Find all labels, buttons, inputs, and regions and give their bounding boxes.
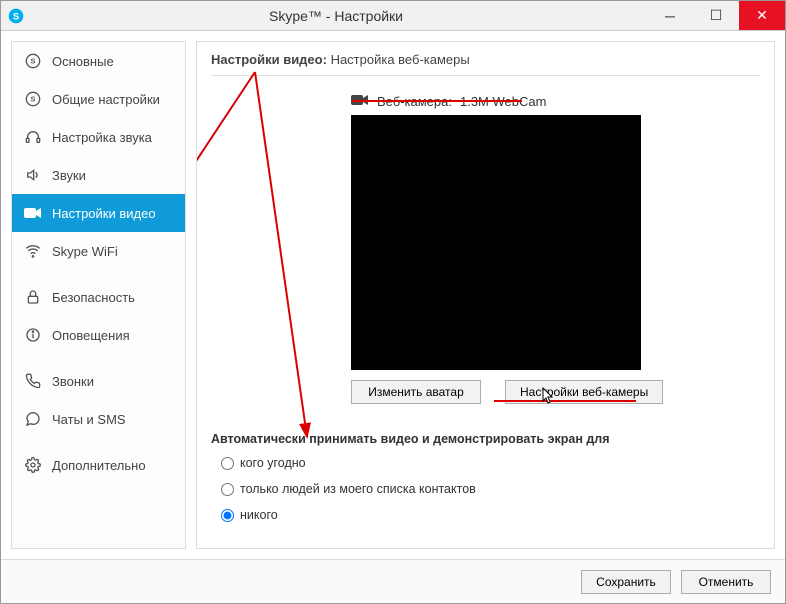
radio-nobody[interactable]: никого — [221, 508, 760, 522]
main-header: Настройки видео: Настройка веб-камеры — [211, 48, 760, 76]
sidebar-item-label: Skype WiFi — [52, 244, 118, 259]
cancel-button[interactable]: Отменить — [681, 570, 771, 594]
change-avatar-button[interactable]: Изменить аватар — [351, 380, 481, 404]
save-button[interactable]: Сохранить — [581, 570, 671, 594]
wifi-icon — [24, 242, 42, 260]
radio-label: никого — [240, 508, 278, 522]
auto-accept-radio-group: кого угодно только людей из моего списка … — [221, 456, 760, 522]
sidebar-item-1[interactable]: S Общие настройки — [12, 80, 185, 118]
webcam-preview — [351, 115, 641, 370]
sidebar-item-label: Настройка звука — [52, 130, 152, 145]
headset-icon — [24, 128, 42, 146]
sidebar-item-label: Основные — [52, 54, 114, 69]
chat-icon — [24, 410, 42, 428]
svg-text:S: S — [31, 95, 36, 104]
sidebar-item-6[interactable]: Безопасность — [12, 278, 185, 316]
sidebar-item-0[interactable]: S Основные — [12, 42, 185, 80]
sidebar-item-8[interactable]: Звонки — [12, 362, 185, 400]
radio-label: кого угодно — [240, 456, 306, 470]
speaker-icon — [24, 166, 42, 184]
sidebar-item-label: Звонки — [52, 374, 94, 389]
radio-input-anyone[interactable] — [221, 457, 234, 470]
svg-text:S: S — [13, 11, 19, 21]
main-header-bold: Настройки видео: — [211, 52, 327, 67]
skype-icon: S — [24, 52, 42, 70]
sidebar-item-label: Чаты и SMS — [52, 412, 126, 427]
sidebar-item-label: Безопасность — [52, 290, 135, 305]
radio-label: только людей из моего списка контактов — [240, 482, 476, 496]
settings-sidebar: S Основные S Общие настройки Настройка звука… — [11, 41, 186, 549]
maximize-button[interactable]: ☐ — [693, 1, 739, 30]
sidebar-item-4[interactable]: Настройки видео — [12, 194, 185, 232]
minimize-button[interactable]: ─ — [647, 1, 693, 30]
sidebar-item-3[interactable]: Звуки — [12, 156, 185, 194]
annotation-underline — [494, 400, 636, 402]
auto-accept-label: Автоматически принимать видео и демонстр… — [211, 432, 760, 446]
radio-input-contacts[interactable] — [221, 483, 234, 496]
sidebar-item-9[interactable]: Чаты и SMS — [12, 400, 185, 438]
info-icon — [24, 326, 42, 344]
mouse-cursor-icon — [542, 387, 556, 405]
sidebar-item-2[interactable]: Настройка звука — [12, 118, 185, 156]
camera-icon — [24, 204, 42, 222]
dialog-footer: Сохранить Отменить — [1, 559, 785, 603]
close-button[interactable]: ✕ — [739, 1, 785, 30]
sidebar-item-label: Звуки — [52, 168, 86, 183]
phone-icon — [24, 372, 42, 390]
main-panel: Настройки видео: Настройка веб-камеры Ве… — [196, 41, 775, 549]
radio-input-nobody[interactable] — [221, 509, 234, 522]
gear-icon — [24, 456, 42, 474]
titlebar: S Skype™ - Настройки ─ ☐ ✕ — [1, 1, 785, 31]
sidebar-item-5[interactable]: Skype WiFi — [12, 232, 185, 270]
sidebar-item-label: Общие настройки — [52, 92, 160, 107]
radio-contacts[interactable]: только людей из моего списка контактов — [221, 482, 760, 496]
lock-icon — [24, 288, 42, 306]
annotation-underline — [352, 100, 522, 102]
sidebar-item-label: Оповещения — [52, 328, 130, 343]
svg-text:S: S — [31, 57, 36, 66]
app-icon: S — [7, 7, 25, 25]
main-header-rest: Настройка веб-камеры — [331, 52, 470, 67]
skype-icon: S — [24, 90, 42, 108]
sidebar-item-10[interactable]: Дополнительно — [12, 446, 185, 484]
sidebar-item-7[interactable]: Оповещения — [12, 316, 185, 354]
radio-anyone[interactable]: кого угодно — [221, 456, 760, 470]
window-title: Skype™ - Настройки — [25, 8, 647, 24]
sidebar-item-label: Дополнительно — [52, 458, 146, 473]
sidebar-item-label: Настройки видео — [52, 206, 156, 221]
